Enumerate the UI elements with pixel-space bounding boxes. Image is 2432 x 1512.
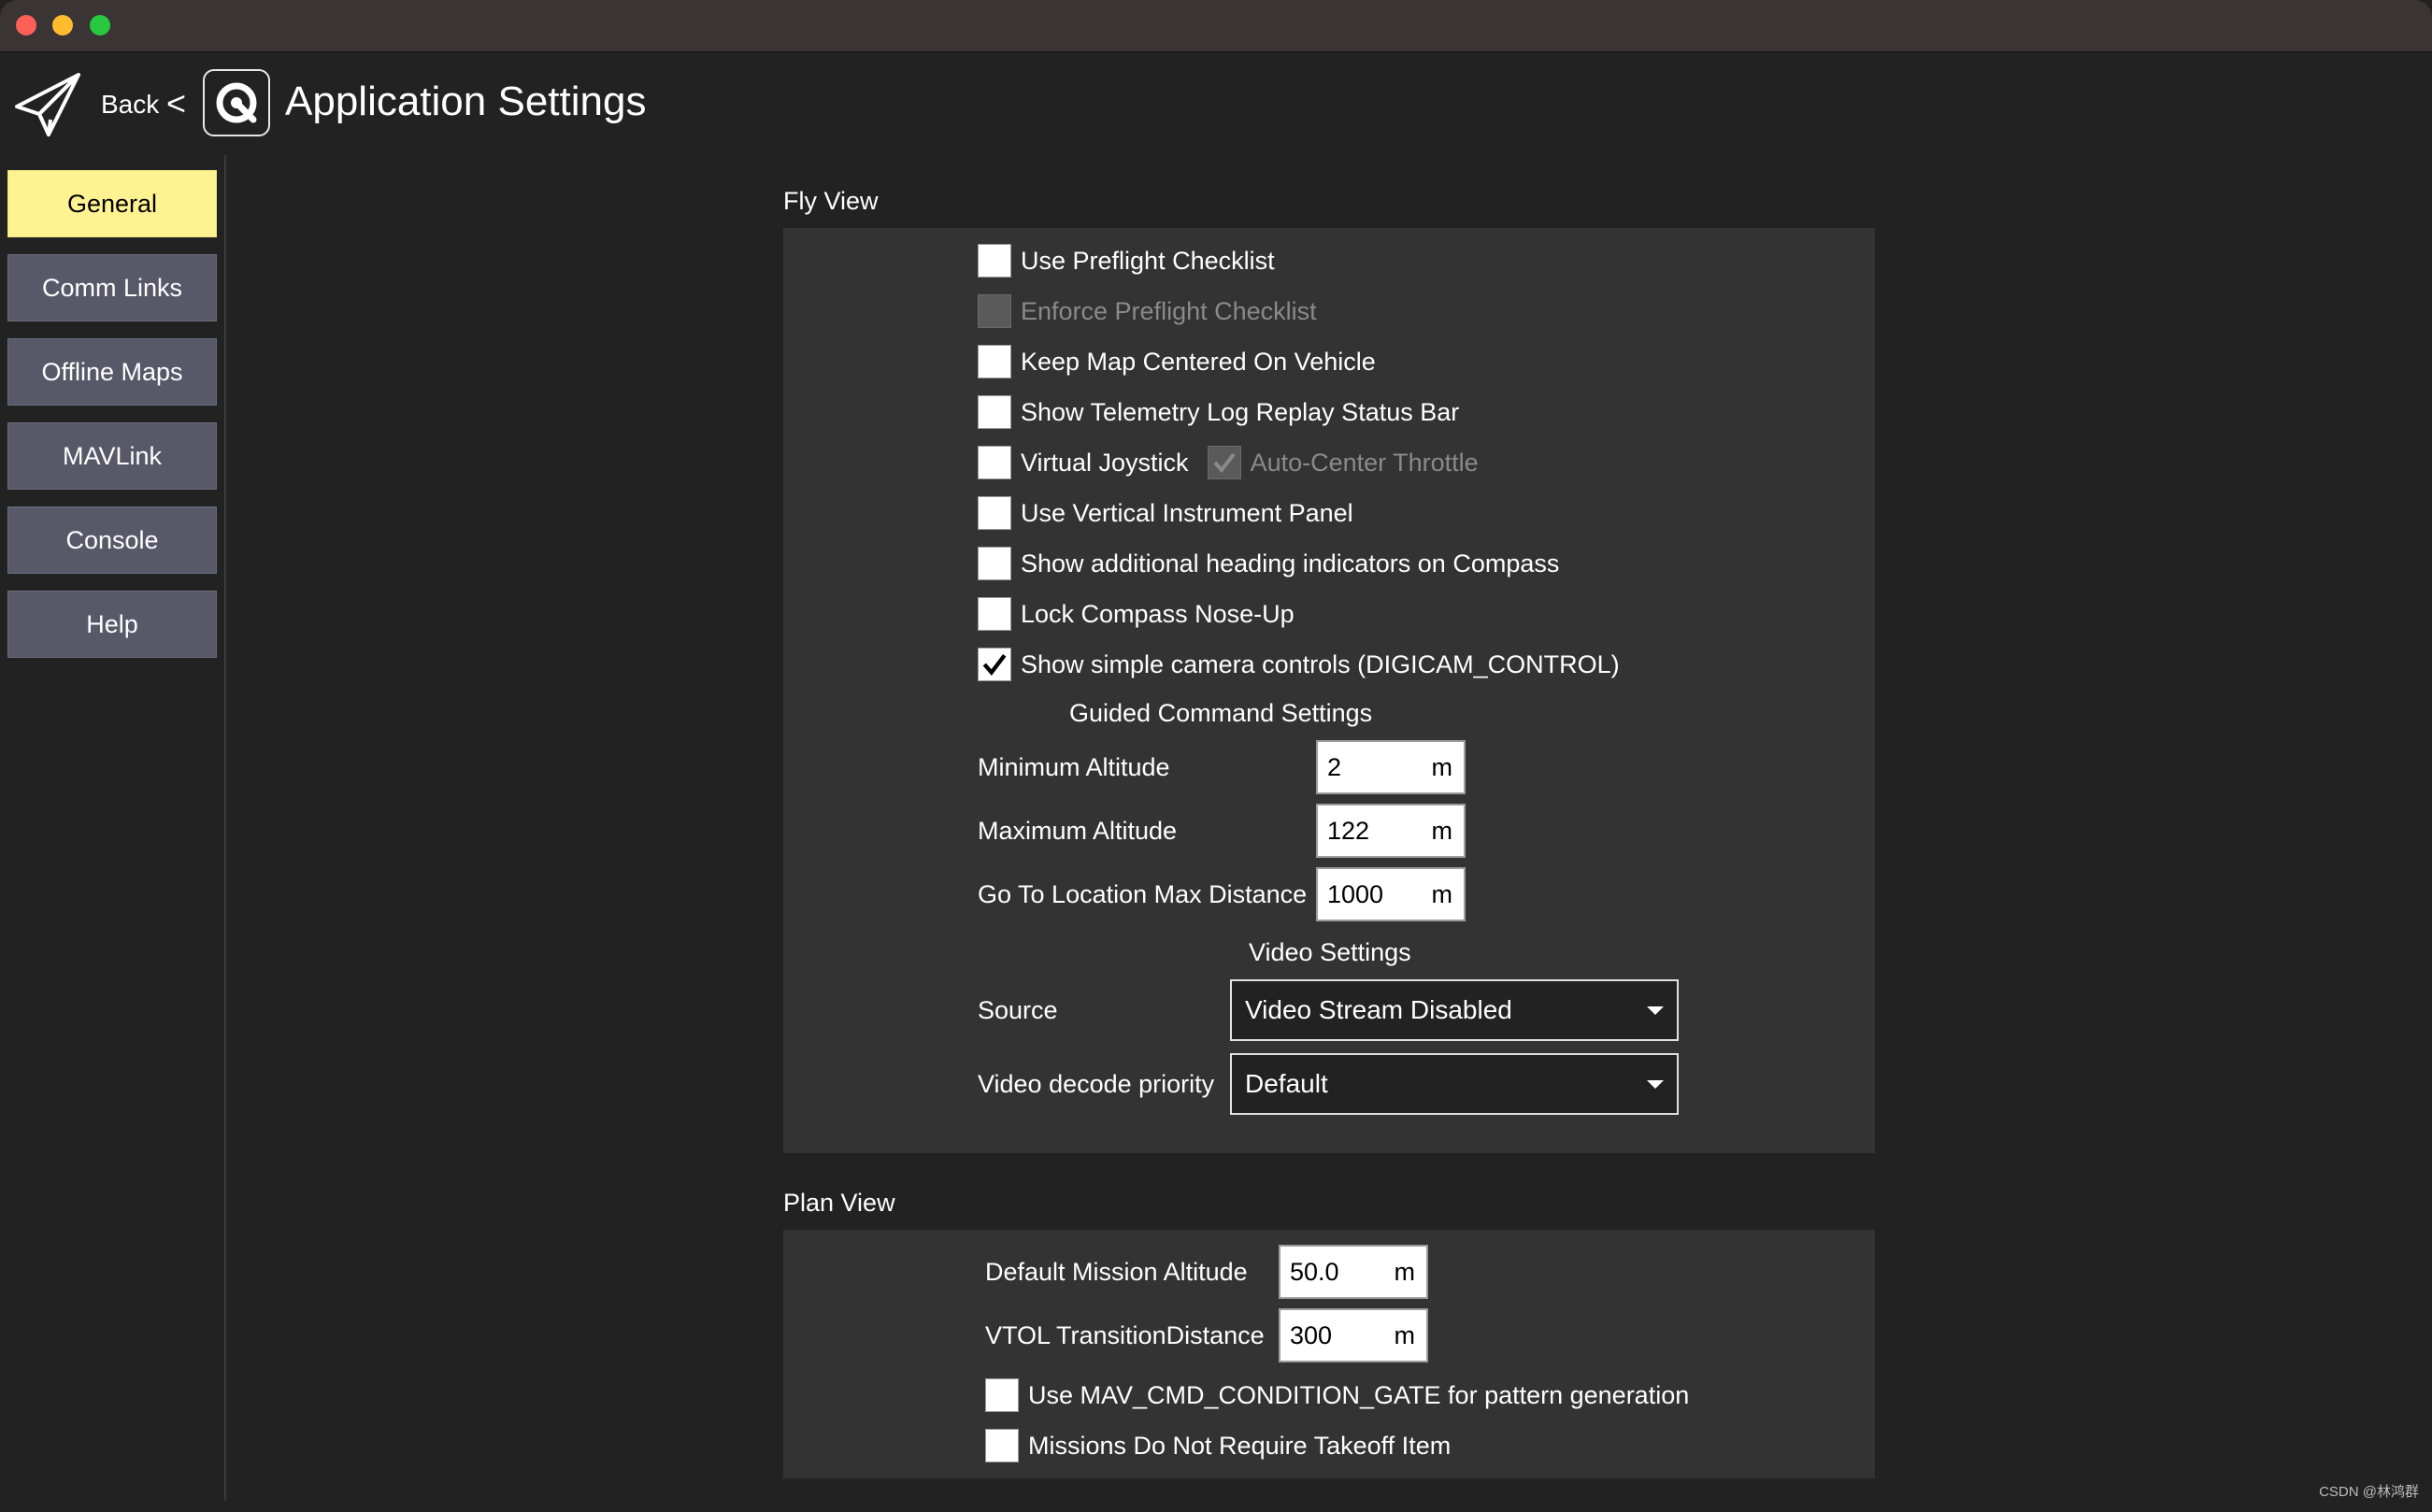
- field-unit: m: [1431, 879, 1453, 908]
- sidebar-item-label: Comm Links: [41, 273, 183, 302]
- default-mission-altitude-label: Default Mission Altitude: [985, 1258, 1248, 1286]
- field-value: 2: [1327, 752, 1342, 781]
- condition-gate-checkbox[interactable]: [985, 1378, 1019, 1412]
- paper-plane-icon: [15, 73, 80, 136]
- keep-map-centered-checkbox[interactable]: [978, 345, 1011, 378]
- max-altitude-field[interactable]: 122 m: [1316, 804, 1466, 858]
- virtual-joystick-checkbox[interactable]: [978, 446, 1011, 479]
- field-unit: m: [1394, 1257, 1416, 1286]
- sidebar-item-comm-links[interactable]: Comm Links: [7, 254, 217, 321]
- vtol-transition-distance-label: VTOL TransitionDistance: [985, 1321, 1265, 1349]
- vertical-instrument-panel-checkbox[interactable]: [978, 496, 1011, 530]
- no-takeoff-item-checkbox[interactable]: [985, 1429, 1019, 1462]
- checkbox-row: Virtual Joystick Auto-Center Throttle: [978, 445, 1479, 480]
- checkbox-label: Auto-Center Throttle: [1250, 448, 1479, 477]
- min-altitude-field[interactable]: 2 m: [1316, 740, 1466, 794]
- checkbox-row: Use Preflight Checklist: [978, 243, 1275, 278]
- checkbox-row: Show simple camera controls (DIGICAM_CON…: [978, 647, 1620, 682]
- heading-indicators-checkbox[interactable]: [978, 547, 1011, 580]
- close-window-button[interactable]: [16, 15, 36, 36]
- goto-max-distance-field[interactable]: 1000 m: [1316, 867, 1466, 921]
- checkbox-label: Enforce Preflight Checklist: [1021, 296, 1317, 325]
- checkbox-label: Virtual Joystick: [1021, 448, 1189, 477]
- checkbox-label: Keep Map Centered On Vehicle: [1021, 347, 1376, 376]
- breadcrumb-separator: <: [166, 84, 187, 122]
- title-bar: [0, 0, 2432, 52]
- back-button[interactable]: Back: [11, 67, 159, 142]
- checkbox-row: Missions Do Not Require Takeoff Item: [985, 1428, 1451, 1463]
- checkbox-row: Show additional heading indicators on Co…: [978, 546, 1559, 581]
- sidebar-item-help[interactable]: Help: [7, 591, 217, 658]
- back-label: Back: [101, 90, 160, 119]
- field-value: 1000: [1327, 879, 1384, 908]
- auto-center-throttle-checkbox: [1207, 446, 1241, 479]
- checkbox-row: Lock Compass Nose-Up: [978, 596, 1295, 632]
- checkbox-row: Enforce Preflight Checklist: [978, 293, 1317, 329]
- video-decode-priority-label: Video decode priority: [978, 1070, 1215, 1098]
- checkmark-icon: [1213, 452, 1236, 474]
- checkbox-label: Show Telemetry Log Replay Status Bar: [1021, 397, 1460, 426]
- enforce-preflight-checklist-checkbox: [978, 294, 1011, 328]
- sidebar-item-offline-maps[interactable]: Offline Maps: [7, 338, 217, 406]
- sidebar: General Comm Links Offline Maps MAVLink …: [0, 155, 226, 1501]
- checkbox-label: Use MAV_CMD_CONDITION_GATE for pattern g…: [1028, 1380, 1690, 1409]
- sidebar-item-console[interactable]: Console: [7, 506, 217, 574]
- dropdown-value: Video Stream Disabled: [1245, 995, 1512, 1024]
- field-value: 122: [1327, 816, 1370, 845]
- checkbox-row: Show Telemetry Log Replay Status Bar: [978, 394, 1459, 430]
- max-altitude-label: Maximum Altitude: [978, 817, 1178, 845]
- min-altitude-label: Minimum Altitude: [978, 753, 1170, 781]
- page-title: Application Settings: [285, 78, 647, 124]
- minimize-window-button[interactable]: [52, 15, 73, 36]
- checkbox-label: Lock Compass Nose-Up: [1021, 599, 1295, 628]
- checkbox-label: Show simple camera controls (DIGICAM_CON…: [1021, 649, 1620, 678]
- use-preflight-checklist-checkbox[interactable]: [978, 244, 1011, 278]
- field-value: 300: [1290, 1320, 1333, 1349]
- sidebar-item-label: Console: [65, 525, 159, 554]
- video-source-label: Source: [978, 996, 1058, 1024]
- sidebar-item-label: Offline Maps: [41, 357, 183, 386]
- checkbox-label: Show additional heading indicators on Co…: [1021, 549, 1560, 578]
- plan-view-title: Plan View: [783, 1189, 895, 1217]
- lock-compass-checkbox[interactable]: [978, 597, 1011, 631]
- sidebar-item-general[interactable]: General: [7, 170, 217, 237]
- watermark: CSDN @林鸿群: [2319, 1484, 2419, 1500]
- dropdown-value: Default: [1245, 1069, 1328, 1098]
- checkmark-icon: [982, 654, 1007, 676]
- checkbox-row: Keep Map Centered On Vehicle: [978, 344, 1376, 379]
- checkbox-row: Use MAV_CMD_CONDITION_GATE for pattern g…: [985, 1377, 1689, 1413]
- checkbox-label: Missions Do Not Require Takeoff Item: [1028, 1431, 1452, 1460]
- qgc-logo-icon: [203, 69, 270, 136]
- checkbox-row: Use Vertical Instrument Panel: [978, 495, 1353, 531]
- show-telemetry-replay-checkbox[interactable]: [978, 395, 1011, 429]
- video-settings-heading: Video Settings: [1249, 938, 1411, 966]
- field-unit: m: [1431, 752, 1453, 781]
- simple-camera-controls-checkbox[interactable]: [978, 648, 1011, 681]
- checkbox-label: Use Preflight Checklist: [1021, 246, 1275, 275]
- checkbox-label: Use Vertical Instrument Panel: [1021, 498, 1353, 527]
- sidebar-item-label: MAVLink: [62, 441, 163, 470]
- field-unit: m: [1394, 1320, 1416, 1349]
- sidebar-item-label: General: [66, 189, 158, 218]
- zoom-window-button[interactable]: [90, 15, 110, 36]
- sidebar-item-label: Help: [86, 609, 138, 638]
- video-source-dropdown[interactable]: Video Stream Disabled: [1230, 979, 1679, 1041]
- default-mission-altitude-field[interactable]: 50.0 m: [1279, 1245, 1428, 1299]
- header-bar: Back < Application Settings: [0, 52, 2432, 155]
- sidebar-item-mavlink[interactable]: MAVLink: [7, 422, 217, 490]
- field-value: 50.0: [1290, 1257, 1339, 1286]
- app-window: Back < Application Settings General Comm…: [0, 0, 2432, 1512]
- fly-view-title: Fly View: [783, 187, 879, 215]
- field-unit: m: [1431, 816, 1453, 845]
- chevron-down-icon: [1647, 1006, 1664, 1015]
- vtol-transition-distance-field[interactable]: 300 m: [1279, 1308, 1428, 1362]
- goto-max-distance-label: Go To Location Max Distance: [978, 880, 1308, 908]
- guided-settings-heading: Guided Command Settings: [1069, 699, 1373, 727]
- chevron-down-icon: [1647, 1079, 1664, 1089]
- video-decode-priority-dropdown[interactable]: Default: [1230, 1053, 1679, 1115]
